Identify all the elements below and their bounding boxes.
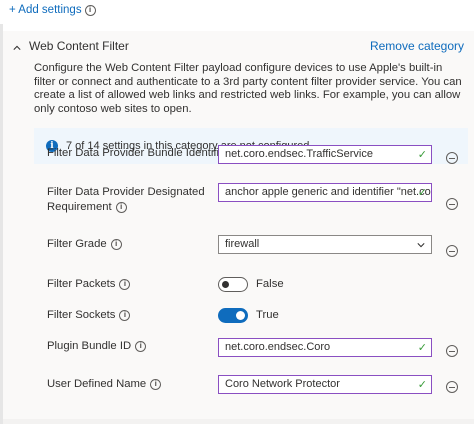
add-settings-link[interactable]: + Add settings i [9,4,96,16]
plugin-bundle-id-input[interactable]: net.coro.endsec.Coro ✓ [218,338,432,357]
category-header[interactable]: Web Content Filter [13,39,129,53]
filter-packets-toggle[interactable] [218,277,248,292]
filter-sockets-label-text: Filter Sockets [47,309,116,321]
bundle-identifier-value: net.coro.endsec.TrafficService [225,148,373,160]
toggle-knob [236,311,245,320]
check-icon: ✓ [417,148,427,161]
toggle-knob [222,281,229,288]
remove-plugin-bundle-id-button[interactable] [446,345,458,357]
user-defined-name-label-text: User Defined Name [47,378,147,390]
plugin-bundle-id-value: net.coro.endsec.Coro [225,341,331,353]
designated-requirement-label: Filter Data Provider Designated Requirem… [47,185,212,215]
info-icon[interactable]: i [119,309,131,321]
filter-grade-label: Filter Grade i [47,237,122,252]
info-icon[interactable]: i [150,378,162,390]
chevron-down-icon [417,243,425,248]
remove-user-defined-name-button[interactable] [446,381,458,393]
bottom-divider [3,419,474,424]
info-icon[interactable]: i [115,201,127,213]
bundle-identifier-input[interactable]: net.coro.endsec.TrafficService ✓ [218,145,432,164]
remove-category-link[interactable]: Remove category [370,39,464,53]
remove-designated-requirement-button[interactable] [446,198,458,210]
filter-sockets-label: Filter Sockets i [47,308,131,323]
filter-packets-state: False [256,278,284,290]
bundle-identifier-label-text: Filter Data Provider Bundle Identifier [47,147,230,159]
bundle-identifier-label: Filter Data Provider Bundle Identifieri [47,146,245,161]
designated-requirement-input[interactable]: anchor apple generic and identifier "net… [218,183,432,202]
user-defined-name-value: Coro Network Protector [225,378,340,390]
top-bar: + Add settings i [0,0,474,24]
check-icon: ✓ [417,378,427,391]
plugin-bundle-id-label-text: Plugin Bundle ID [47,340,132,352]
filter-packets-label-text: Filter Packets [47,278,116,290]
category-title: Web Content Filter [29,39,129,53]
filter-packets-label: Filter Packets i [47,277,131,292]
user-defined-name-label: User Defined Name i [47,377,162,392]
add-settings-label: + Add settings [9,4,82,16]
category-description: Configure the Web Content Filter payload… [34,62,462,115]
chevron-up-icon[interactable] [13,44,21,52]
check-icon: ✓ [417,186,427,199]
filter-sockets-toggle[interactable] [218,308,248,323]
user-defined-name-input[interactable]: Coro Network Protector ✓ [218,375,432,394]
category-section: Web Content Filter Remove category Confi… [3,31,474,424]
filter-grade-value: firewall [225,238,260,250]
info-icon[interactable]: i [119,278,131,290]
info-icon[interactable]: i [84,4,96,16]
remove-bundle-identifier-button[interactable] [446,152,458,164]
check-icon: ✓ [417,341,427,354]
plugin-bundle-id-label: Plugin Bundle ID i [47,339,147,354]
designated-requirement-value: anchor apple generic and identifier "net… [225,186,431,198]
filter-grade-label-text: Filter Grade [47,238,107,250]
filter-grade-select[interactable]: firewall [218,235,432,254]
info-icon[interactable]: i [135,340,147,352]
filter-sockets-state: True [256,309,279,321]
info-icon[interactable]: i [110,238,122,250]
remove-filter-grade-button[interactable] [446,245,458,257]
